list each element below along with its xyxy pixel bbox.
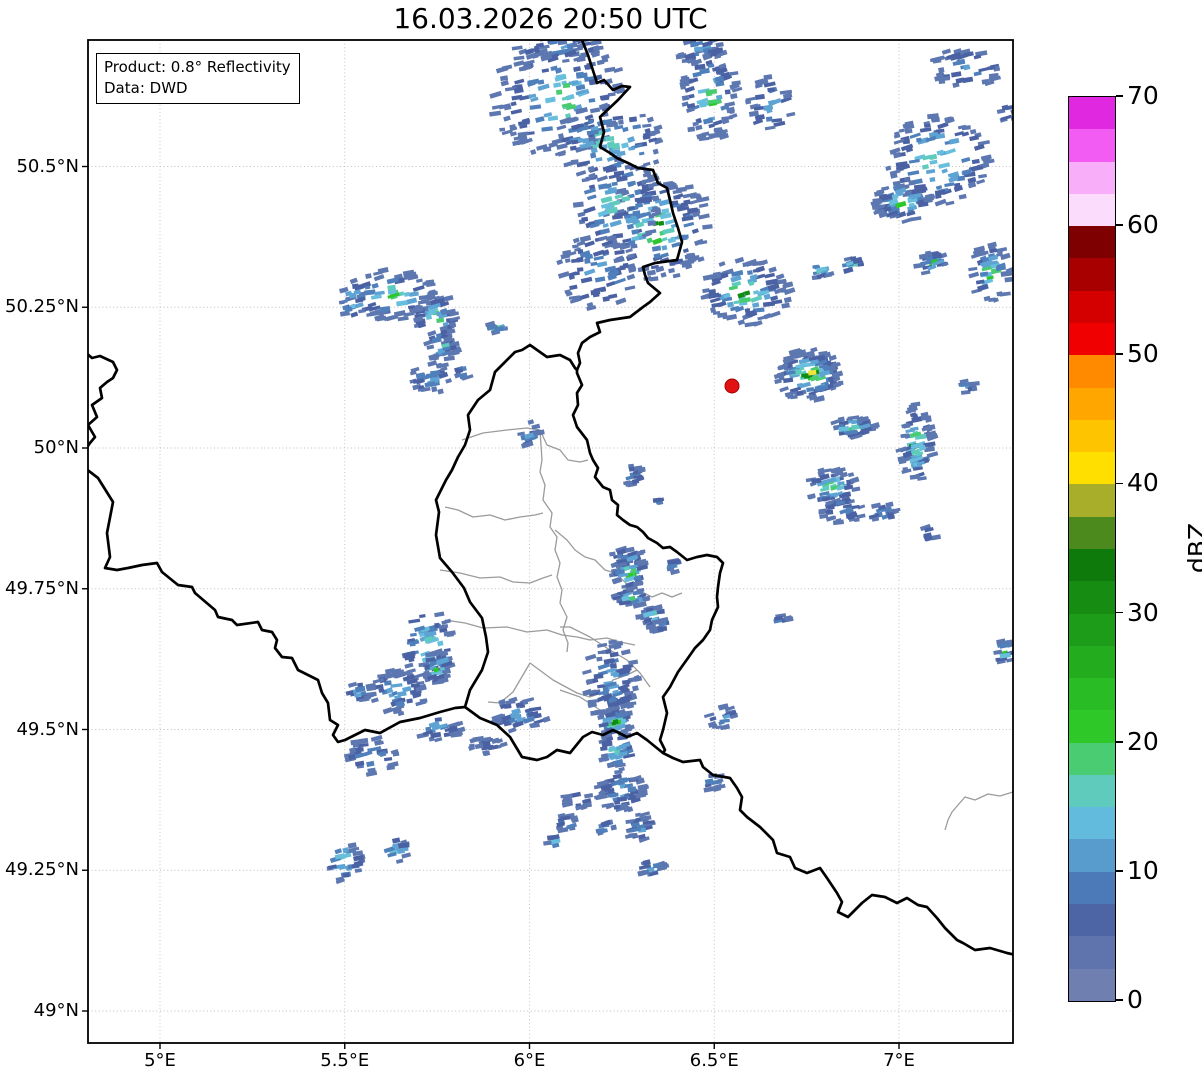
- colorbar-band: [1069, 420, 1115, 452]
- colorbar-band: [1069, 549, 1115, 581]
- colorbar-band: [1069, 581, 1115, 613]
- colorbar-band: [1069, 129, 1115, 161]
- data-source-label: Data: DWD: [104, 78, 291, 99]
- colorbar-band: [1069, 710, 1115, 742]
- colorbar-tick-mark: [1116, 999, 1123, 1001]
- colorbar-tick-label: 60: [1127, 210, 1159, 240]
- x-tick-label: 5°E: [100, 1050, 220, 1072]
- colorbar-band: [1069, 194, 1115, 226]
- x-tick-label: 7°E: [839, 1050, 959, 1072]
- colorbar-tick-label: 70: [1127, 81, 1159, 111]
- colorbar-band: [1069, 452, 1115, 484]
- colorbar-band: [1069, 258, 1115, 290]
- colorbar-tick-mark: [1116, 870, 1123, 872]
- colorbar-band: [1069, 97, 1115, 129]
- colorbar-tick-mark: [1116, 612, 1123, 614]
- y-tick-label: 49.75°N: [0, 578, 79, 600]
- axes-frame: [88, 40, 1013, 1043]
- radar-figure: 16.03.2026 20:50 UTC Product: 0.8° Refle…: [0, 0, 1202, 1081]
- colorbar-tick-mark: [1116, 353, 1123, 355]
- colorbar-tick-label: 30: [1127, 598, 1159, 628]
- colorbar-band: [1069, 872, 1115, 904]
- colorbar-band: [1069, 807, 1115, 839]
- product-annotation-box: Product: 0.8° Reflectivity Data: DWD: [96, 53, 300, 104]
- colorbar-band: [1069, 614, 1115, 646]
- colorbar-band: [1069, 936, 1115, 968]
- colorbar-band: [1069, 839, 1115, 871]
- colorbar-tick-mark: [1116, 483, 1123, 485]
- colorbar-tick-label: 50: [1127, 339, 1159, 369]
- colorbar-tick-mark: [1116, 95, 1123, 97]
- y-tick-label: 49°N: [0, 1000, 79, 1022]
- colorbar-band: [1069, 517, 1115, 549]
- colorbar-band: [1069, 484, 1115, 516]
- x-tick-label: 6°E: [470, 1050, 590, 1072]
- colorbar-band: [1069, 226, 1115, 258]
- regional-borders: [440, 428, 1013, 830]
- colorbar-tick-label: 0: [1127, 985, 1143, 1015]
- colorbar-band: [1069, 162, 1115, 194]
- colorbar-band: [1069, 355, 1115, 387]
- x-tick-label: 5.5°E: [285, 1050, 405, 1072]
- colorbar-tick-mark: [1116, 224, 1123, 226]
- radar-echoes: [327, 31, 1021, 884]
- y-tick-label: 50°N: [0, 437, 79, 459]
- y-tick-label: 49.5°N: [0, 719, 79, 741]
- colorbar-band: [1069, 775, 1115, 807]
- colorbar-band: [1069, 904, 1115, 936]
- colorbar-tick-label: 10: [1127, 856, 1159, 886]
- colorbar-tick-label: 40: [1127, 468, 1159, 498]
- colorbar-band: [1069, 323, 1115, 355]
- colorbar-tick-label: 20: [1127, 727, 1159, 757]
- graticule-gridlines: [88, 40, 1013, 1043]
- y-tick-label: 50.25°N: [0, 296, 79, 318]
- product-label: Product: 0.8° Reflectivity: [104, 57, 291, 78]
- colorbar-band: [1069, 969, 1115, 1001]
- y-tick-label: 49.25°N: [0, 859, 79, 881]
- colorbar-band: [1069, 678, 1115, 710]
- colorbar-band: [1069, 646, 1115, 678]
- colorbar-band: [1069, 743, 1115, 775]
- radar-site-marker: [725, 379, 739, 393]
- colorbar-band: [1069, 291, 1115, 323]
- y-tick-label: 50.5°N: [0, 156, 79, 178]
- colorbar-tick-mark: [1116, 741, 1123, 743]
- colorbar: [1068, 96, 1116, 1002]
- x-tick-label: 6.5°E: [654, 1050, 774, 1072]
- colorbar-band: [1069, 388, 1115, 420]
- colorbar-axis-label: dBZ: [1183, 508, 1202, 588]
- national-borders: [85, 40, 1016, 955]
- map-canvas: [0, 0, 1202, 1081]
